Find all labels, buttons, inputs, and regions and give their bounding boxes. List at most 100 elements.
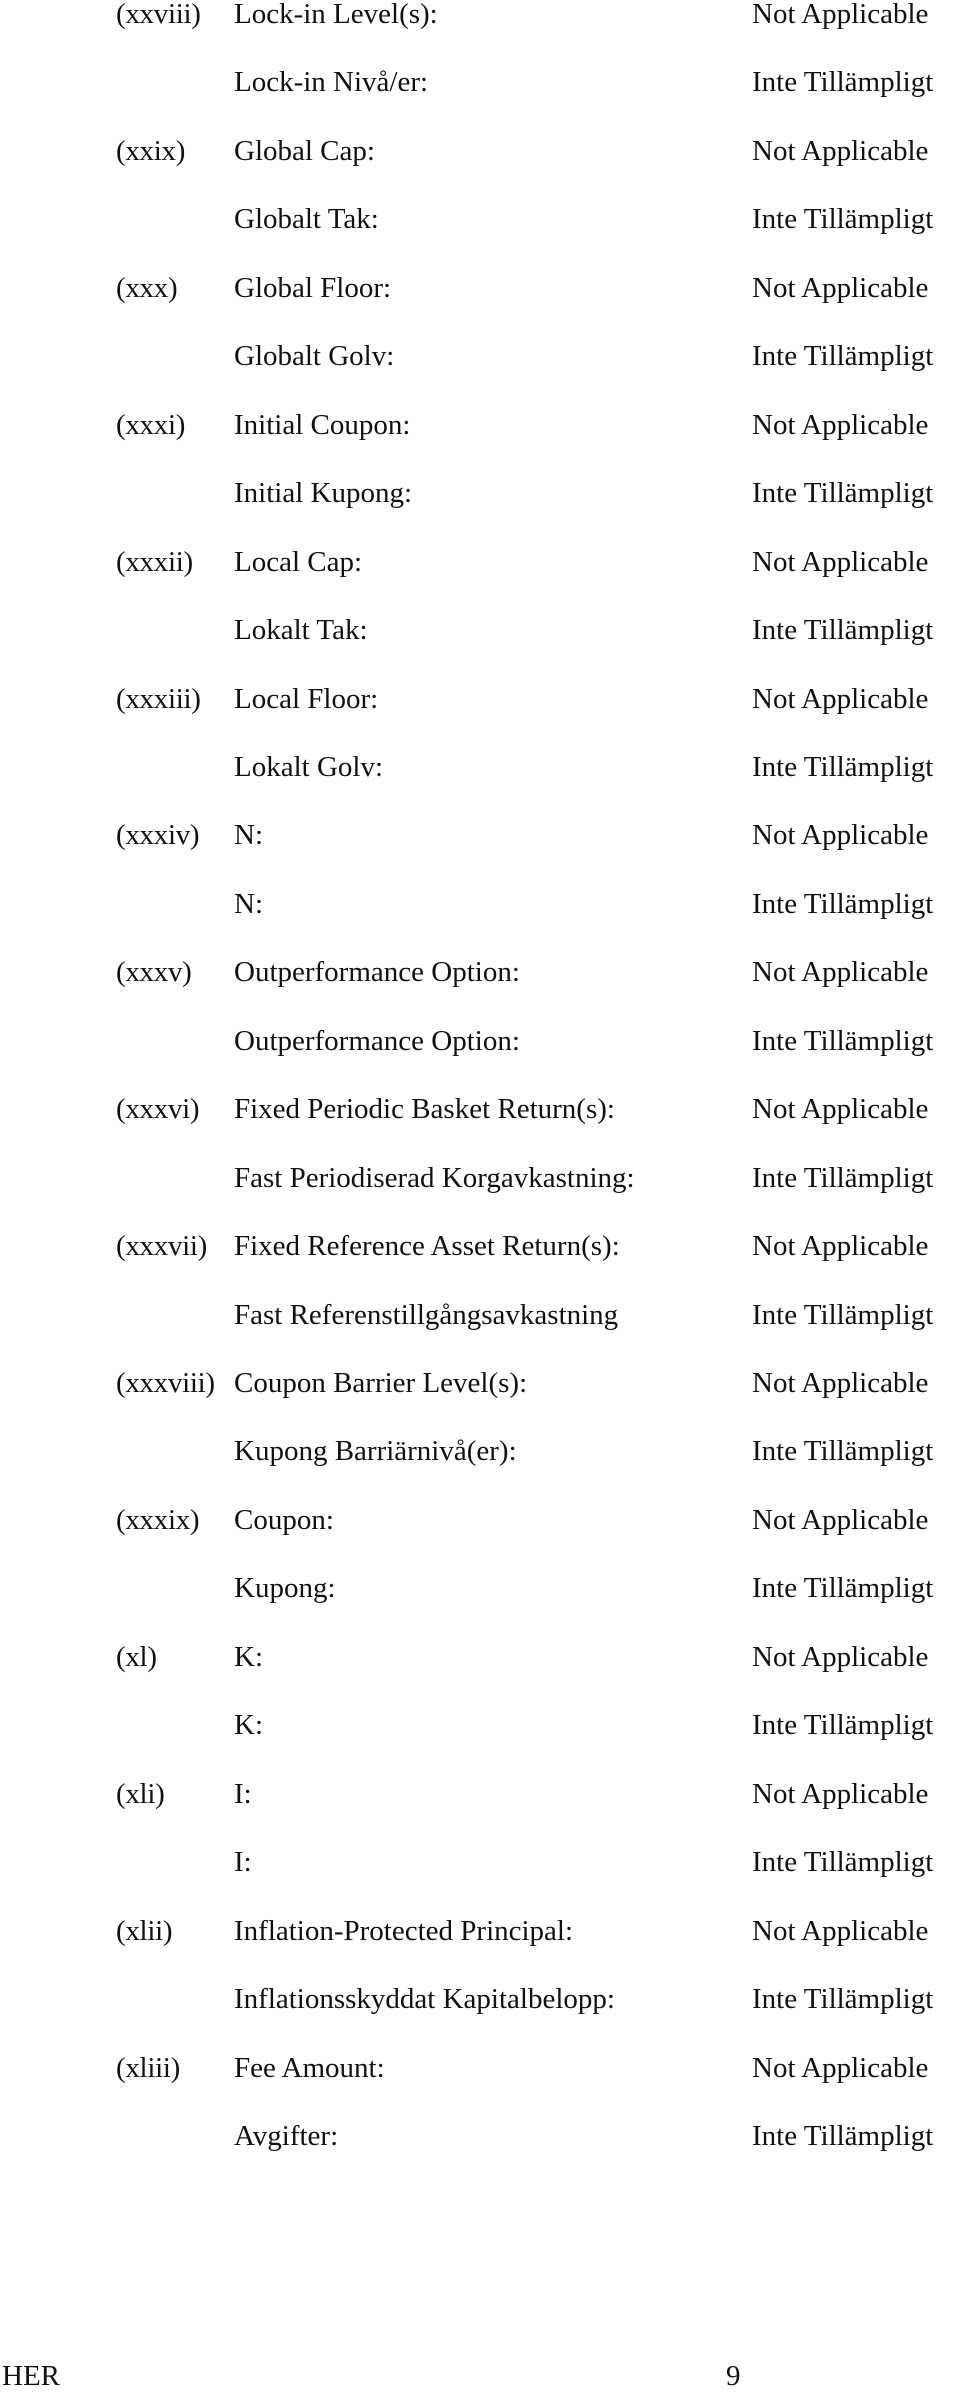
term-label: Lock-in Level(s):: [234, 0, 438, 30]
item-number: (xxxviii): [116, 1367, 215, 1399]
item-number: (xxviii): [116, 0, 201, 30]
footer-document-code: HER: [2, 2360, 60, 2392]
item-number: (xlii): [116, 1914, 173, 1947]
term-row-swedish: Lock-in Nivå/er: Inte Tillämpligt: [0, 68, 960, 100]
term-row-english: (xxxix) Coupon: Not Applicable: [0, 1503, 960, 1538]
term-label: Fixed Periodic Basket Return(s):: [234, 1093, 615, 1126]
item-number: (xliii): [116, 2051, 180, 2084]
term-row-swedish: Outperformance Option: Inte Tillämpligt: [0, 1024, 960, 1059]
term-row-english: (xxxii) Local Cap: Not Applicable: [0, 545, 960, 580]
term-label-translation: Avgifter:: [234, 2119, 339, 2152]
term-value: Not Applicable: [752, 2051, 929, 2084]
term-row-english: (xxxviii) Coupon Barrier Level(s): Not App…: [0, 1369, 960, 1401]
term-value-translation: Inte Tillämpligt: [752, 1709, 934, 1742]
term-value-translation: Inte Tillämpligt: [752, 1161, 934, 1194]
term-value-translation: Inte Tillämpligt: [752, 1572, 934, 1605]
term-value: Not Applicable: [752, 1640, 929, 1673]
term-row-english: (xliii) Fee Amount: Not Applicable: [0, 2051, 960, 2086]
term-value: Not Applicable: [752, 271, 929, 304]
term-value: Not Applicable: [752, 956, 929, 989]
term-value: Not Applicable: [752, 545, 929, 578]
term-row-english: (xxxiv) N: Not Applicable: [0, 821, 960, 853]
term-value: Not Applicable: [752, 819, 929, 852]
term-label: Coupon Barrier Level(s):: [234, 1367, 528, 1399]
term-label: Fee Amount:: [234, 2051, 385, 2084]
term-row-swedish: Inflationsskyddat Kapitalbelopp: Inte Til…: [0, 1985, 960, 2017]
term-label: Global Cap:: [234, 134, 375, 167]
term-value-translation: Inte Tillämpligt: [752, 1024, 934, 1057]
item-number: (xxxiv): [116, 819, 200, 852]
term-row-english: (xxxv) Outperformance Option: Not Applicab…: [0, 958, 960, 990]
term-value: Not Applicable: [752, 1093, 929, 1126]
term-label: I:: [234, 1777, 252, 1810]
term-row-swedish: Globalt Tak: Inte Tillämpligt: [0, 205, 960, 237]
term-row-swedish: Fast Periodiserad Korgavkastning: Inte Ti…: [0, 1161, 960, 1196]
term-row-swedish: Avgifter: Inte Tillämpligt: [0, 2119, 960, 2154]
term-label: Initial Coupon:: [234, 408, 411, 441]
term-label-translation: Outperformance Option:: [234, 1024, 520, 1057]
term-value-translation: Inte Tillämpligt: [752, 1435, 934, 1468]
term-row-swedish: Fast Referenstillgångsavkastning Inte Til…: [0, 1298, 960, 1333]
term-row-swedish: N: Inte Tillämpligt: [0, 887, 960, 922]
term-label: Local Cap:: [234, 545, 363, 578]
term-value: Not Applicable: [752, 1914, 929, 1947]
term-value: Not Applicable: [752, 408, 929, 441]
term-row-swedish: Kupong Barriärnivå(er): Inte Tillämpligt: [0, 1437, 960, 1469]
item-number: (xxxvii): [116, 1230, 208, 1263]
item-number: (xxix): [116, 134, 186, 167]
term-label-translation: Inflationsskyddat Kapitalbelopp:: [234, 1983, 615, 2016]
term-row-swedish: Kupong: Inte Tillämpligt: [0, 1574, 960, 1606]
term-value-translation: Inte Tillämpligt: [752, 1983, 934, 2016]
term-row-swedish: Initial Kupong: Inte Tillämpligt: [0, 479, 960, 511]
term-row-english: (xlii) Inflation-Protected Principal: Not …: [0, 1914, 960, 1949]
item-number: (xxxiii): [116, 682, 201, 715]
term-label-translation: Globalt Tak:: [234, 203, 379, 236]
term-row-swedish: Lokalt Tak: Inte Tillämpligt: [0, 616, 960, 648]
term-label: Outperformance Option:: [234, 956, 520, 989]
term-label-translation: Lokalt Golv:: [234, 750, 384, 783]
item-number: (xxxvi): [116, 1093, 200, 1126]
term-label: Inflation-Protected Principal:: [234, 1914, 574, 1947]
term-value-translation: Inte Tillämpligt: [752, 66, 934, 99]
term-row-english: (xxviii) Lock-in Level(s): Not Applicable: [0, 0, 960, 32]
item-number: (xxxi): [116, 408, 186, 441]
term-value-translation: Inte Tillämpligt: [752, 1298, 934, 1331]
term-value-translation: Inte Tillämpligt: [752, 750, 934, 783]
term-value: Not Applicable: [752, 1367, 929, 1399]
term-value-translation: Inte Tillämpligt: [752, 2119, 934, 2152]
term-label-translation: Fast Referenstillgångsavkastning: [234, 1298, 619, 1331]
item-number: (xl): [116, 1640, 157, 1673]
term-label-translation: Kupong Barriärnivå(er):: [234, 1435, 517, 1468]
term-value-translation: Inte Tillämpligt: [752, 340, 934, 373]
term-row-swedish: Lokalt Golv: Inte Tillämpligt: [0, 750, 960, 785]
term-label-translation: I:: [234, 1846, 252, 1879]
term-row-english: (xxxvi) Fixed Periodic Basket Return(s): N…: [0, 1095, 960, 1127]
term-row-english: (xxx) Global Floor: Not Applicable: [0, 271, 960, 306]
term-label-translation: Globalt Golv:: [234, 340, 395, 373]
term-label-translation: Fast Periodiserad Korgavkastning:: [234, 1161, 635, 1194]
term-label-translation: K:: [234, 1709, 263, 1742]
term-label: Global Floor:: [234, 271, 392, 304]
item-number: (xxxv): [116, 956, 192, 989]
term-value-translation: Inte Tillämpligt: [752, 477, 934, 510]
term-label: K:: [234, 1640, 263, 1673]
term-value-translation: Inte Tillämpligt: [752, 887, 934, 920]
item-number: (xxxii): [116, 545, 193, 578]
term-label: N:: [234, 819, 263, 852]
term-row-english: (xxix) Global Cap: Not Applicable: [0, 134, 960, 169]
term-row-english: (xxxiii) Local Floor: Not Applicable: [0, 682, 960, 717]
term-label: Local Floor:: [234, 682, 379, 715]
term-row-swedish: Globalt Golv: Inte Tillämpligt: [0, 342, 960, 374]
term-value: Not Applicable: [752, 682, 929, 715]
term-row-english: (xli) I: Not Applicable: [0, 1777, 960, 1812]
term-row-swedish: K: Inte Tillämpligt: [0, 1711, 960, 1743]
term-row-english: (xl) K: Not Applicable: [0, 1640, 960, 1675]
term-label-translation: Initial Kupong:: [234, 477, 413, 510]
item-number: (xli): [116, 1777, 165, 1810]
item-number: (xxx): [116, 271, 178, 304]
term-value: Not Applicable: [752, 1777, 929, 1810]
term-label-translation: Lokalt Tak:: [234, 614, 368, 647]
term-label: Coupon:: [234, 1503, 334, 1536]
term-label-translation: N:: [234, 887, 263, 920]
term-value: Not Applicable: [752, 1230, 929, 1263]
